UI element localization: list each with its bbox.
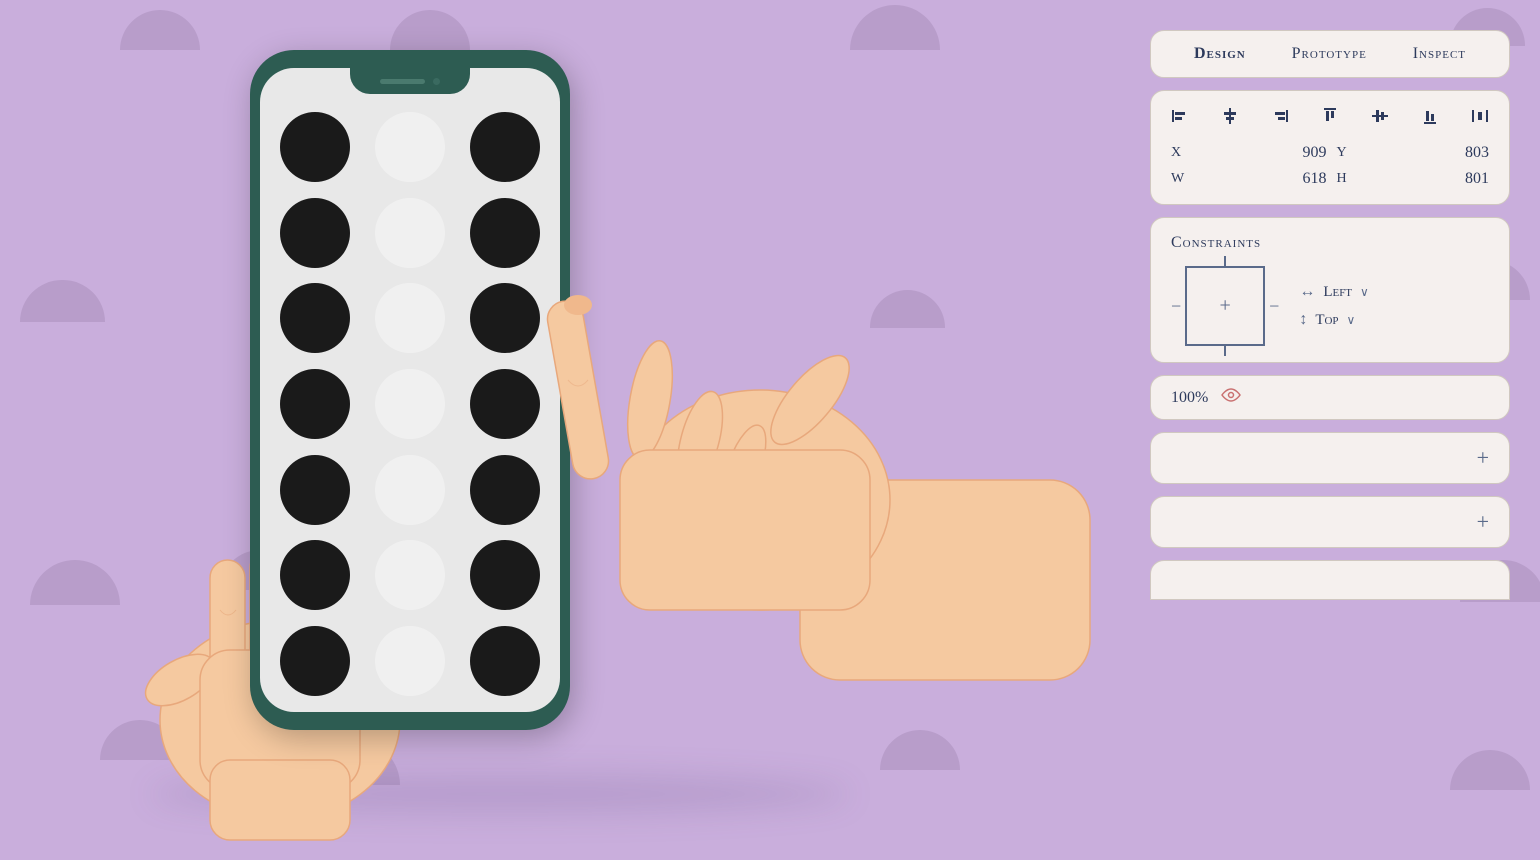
tab-design[interactable]: Design: [1194, 45, 1246, 63]
decor-semicircle: [850, 5, 940, 50]
constraint-line-top: [1224, 256, 1226, 268]
dot: [280, 198, 350, 268]
dot: [280, 283, 350, 353]
dot: [280, 455, 350, 525]
constraints-card: Constraints − − ↔ Left ∨ ↕: [1150, 217, 1510, 363]
minus-left-icon: −: [1171, 296, 1181, 317]
tab-bar-card: Design Prototype Inspect: [1150, 30, 1510, 78]
phone-notch: [350, 68, 470, 94]
dot-cell: [268, 190, 363, 276]
fill-section-card: +: [1150, 432, 1510, 484]
h-value[interactable]: 801: [1357, 170, 1489, 188]
right-hand-svg: [420, 200, 1100, 820]
constraint-diagram: − −: [1171, 266, 1279, 346]
dot: [280, 626, 350, 696]
constraint-box: [1185, 266, 1265, 346]
dot: [280, 540, 350, 610]
x-label: X: [1171, 145, 1184, 161]
y-label: Y: [1337, 145, 1347, 161]
constraint-options: ↔ Left ∨ ↕ Top ∨: [1299, 283, 1369, 329]
notch-bar: [380, 79, 425, 84]
constraint-left-chevron[interactable]: ∨: [1360, 285, 1369, 300]
effects-card-partial: [1150, 560, 1510, 600]
dot-cell: [268, 361, 363, 447]
notch-dot: [433, 78, 440, 85]
dot-cell: [363, 104, 458, 190]
eye-icon[interactable]: [1220, 388, 1242, 407]
opacity-card: 100%: [1150, 375, 1510, 420]
constraint-left-icon: ↔: [1299, 283, 1315, 301]
decor-semicircle: [1450, 750, 1530, 790]
dot-cell: [457, 104, 552, 190]
align-left-icon[interactable]: [1171, 107, 1189, 130]
constraints-body: − − ↔ Left ∨ ↕ Top ∨: [1171, 266, 1489, 346]
align-bottom-icon[interactable]: [1421, 107, 1439, 130]
dot-white: [375, 112, 445, 182]
minus-right-icon: −: [1269, 296, 1279, 317]
align-center-v-icon[interactable]: [1371, 107, 1389, 130]
opacity-value[interactable]: 100%: [1171, 389, 1208, 407]
constraint-top-option[interactable]: ↕ Top ∨: [1299, 311, 1369, 329]
constraint-line-bottom: [1224, 344, 1226, 356]
w-label: W: [1171, 171, 1184, 187]
h-label: H: [1337, 171, 1347, 187]
dot-cell: [268, 618, 363, 704]
y-value[interactable]: 803: [1357, 144, 1489, 162]
tab-prototype[interactable]: Prototype: [1292, 45, 1367, 63]
properties-card: X 909 Y 803 W 618 H 801: [1150, 90, 1510, 205]
constraints-title: Constraints: [1171, 234, 1489, 252]
alignment-row: [1171, 107, 1489, 130]
distribute-icon[interactable]: [1471, 107, 1489, 130]
decor-semicircle: [120, 10, 200, 50]
add-fill-button[interactable]: +: [1477, 445, 1489, 471]
align-center-h-icon[interactable]: [1221, 107, 1239, 130]
decor-semicircle: [390, 10, 470, 50]
dot: [280, 369, 350, 439]
align-right-icon[interactable]: [1271, 107, 1289, 130]
dot: [280, 112, 350, 182]
x-value[interactable]: 909: [1194, 144, 1326, 162]
dot-cell: [268, 447, 363, 533]
add-stroke-button[interactable]: +: [1477, 509, 1489, 535]
constraint-top-label: Top: [1315, 312, 1338, 329]
fingertip: [564, 295, 592, 315]
constraint-left-label: Left: [1323, 284, 1352, 301]
tab-inspect[interactable]: Inspect: [1413, 45, 1466, 63]
right-panel: Design Prototype Inspect: [1150, 30, 1510, 600]
stroke-section-card: +: [1150, 496, 1510, 548]
decor-semicircle: [20, 280, 105, 322]
w-value[interactable]: 618: [1194, 170, 1326, 188]
dot-cell: [268, 104, 363, 190]
constraint-top-icon: ↕: [1299, 311, 1307, 329]
dot-cell: [268, 533, 363, 619]
properties-grid: X 909 Y 803 W 618 H 801: [1171, 144, 1489, 188]
dot: [470, 112, 540, 182]
constraint-top-chevron[interactable]: ∨: [1347, 313, 1356, 328]
align-top-icon[interactable]: [1321, 107, 1339, 130]
dot-cell: [268, 275, 363, 361]
constraint-left-option[interactable]: ↔ Left ∨: [1299, 283, 1369, 301]
